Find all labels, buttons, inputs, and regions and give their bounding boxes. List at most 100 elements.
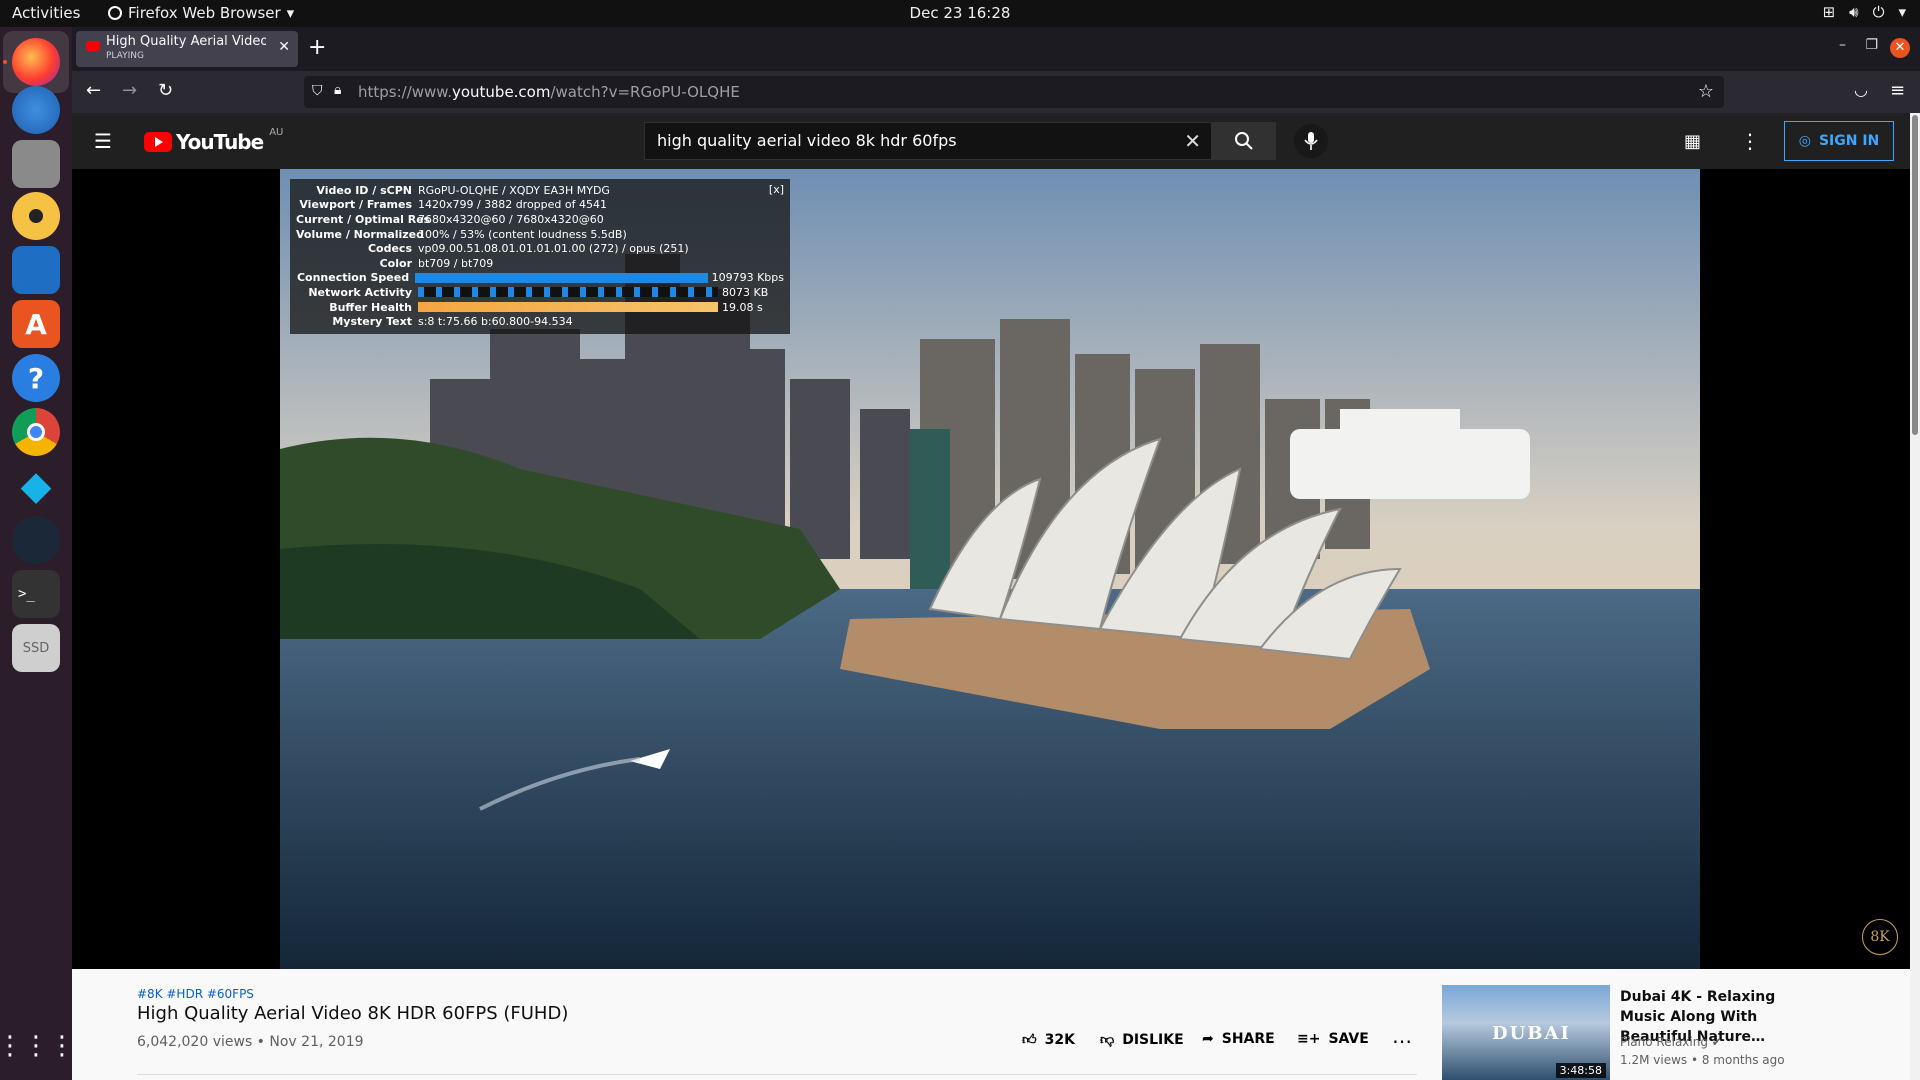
reload-icon[interactable]: ↻ bbox=[158, 80, 173, 101]
verified-check-icon: ✔ bbox=[1711, 1035, 1722, 1049]
new-tab-button[interactable]: + bbox=[308, 35, 326, 60]
ssd-label: SSD bbox=[22, 640, 50, 656]
stats-close-button[interactable]: [x] bbox=[769, 183, 784, 196]
stats-row: Mystery Text s:8 t:75.66 b:60.800-94.534 bbox=[296, 314, 784, 329]
stats-key: Color bbox=[379, 256, 412, 270]
hamburger-menu-icon[interactable]: ≡ bbox=[1890, 80, 1905, 101]
sign-in-button[interactable]: ◎ SIGN IN bbox=[1784, 121, 1894, 161]
lock-icon[interactable]: 🔒︎ bbox=[334, 82, 341, 98]
url-bar[interactable]: ⛉ 🔒︎ https://www.youtube.com/watch?v=RGo… bbox=[304, 76, 1724, 108]
apps-grid-icon[interactable]: ▦ bbox=[1684, 131, 1701, 152]
speaker-glyph bbox=[25, 205, 47, 227]
bookmark-star-icon[interactable]: ☆ bbox=[1698, 81, 1714, 102]
youtube-header: ☰ YouTube AU high quality aerial video 8… bbox=[72, 113, 1920, 169]
duration-badge: 3:48:58 bbox=[1555, 1063, 1606, 1078]
share-label: SHARE bbox=[1221, 1031, 1275, 1047]
channel-watermark-8k[interactable]: 8K bbox=[1862, 919, 1898, 955]
youtube-logo[interactable]: YouTube AU bbox=[144, 127, 283, 154]
account-icon: ◎ bbox=[1798, 133, 1811, 149]
stats-key: Connection Speed bbox=[296, 271, 410, 285]
stats-value: vp09.00.51.08.01.01.01.01.00 (272) / opu… bbox=[418, 242, 689, 256]
system-top-bar: Activities Firefox Web Browser ▾ Dec 23 … bbox=[0, 0, 1920, 27]
stats-for-nerds-panel: [x] Video ID / sCPN RGoPU-OLQHE / XQDY EA… bbox=[290, 179, 790, 334]
stats-value: bt709 / bt709 bbox=[418, 256, 494, 270]
youtube-favicon-icon bbox=[86, 41, 100, 51]
power-icon: ⏻ bbox=[1872, 3, 1885, 21]
terminal-icon[interactable]: >_ bbox=[12, 570, 60, 618]
url-text[interactable]: https://www.youtube.com/watch?v=RGoPU-OL… bbox=[358, 83, 740, 101]
stats-row: Volume / Normalized 100% / 53% (content l… bbox=[296, 227, 784, 242]
stats-key: Viewport / Frames bbox=[299, 198, 412, 212]
search-button[interactable] bbox=[1212, 122, 1276, 160]
stats-key: Network Activity bbox=[308, 285, 412, 299]
shield-icon[interactable]: ⛉ bbox=[312, 83, 323, 99]
rhythmbox-icon[interactable] bbox=[12, 192, 60, 240]
sign-in-label: SIGN IN bbox=[1818, 133, 1880, 149]
restore-icon[interactable]: ❐ bbox=[1865, 37, 1878, 53]
more-actions-icon[interactable]: ⋯ bbox=[1392, 1029, 1412, 1053]
pocket-icon[interactable]: ◡ bbox=[1854, 80, 1868, 99]
guide-menu-icon[interactable]: ☰ bbox=[94, 129, 112, 153]
system-tray[interactable]: ⊞ 🔊︎ ⏻ ▾ bbox=[1823, 3, 1906, 21]
video-info-area: #8K #HDR #60FPS High Quality Aerial Vide… bbox=[72, 969, 1910, 1080]
stats-row: Color bt709 / bt709 bbox=[296, 256, 784, 271]
stats-value: s:8 t:75.66 b:60.800-94.534 bbox=[418, 315, 573, 329]
network-activity-graph bbox=[418, 287, 718, 298]
stats-key: Mystery Text bbox=[332, 315, 412, 329]
video-hashtags[interactable]: #8K #HDR #60FPS bbox=[137, 987, 254, 1001]
files-icon[interactable] bbox=[12, 140, 60, 188]
app-menu[interactable]: Firefox Web Browser ▾ bbox=[108, 4, 294, 22]
thumbs-up-icon: 👍︎ bbox=[1022, 1032, 1037, 1048]
share-button[interactable]: ➦ SHARE bbox=[1202, 1031, 1275, 1047]
thumbnail-text: DUBAI bbox=[1492, 1023, 1571, 1044]
close-window-button[interactable]: ✕ bbox=[1890, 38, 1910, 58]
video-player[interactable]: [x] Video ID / sCPN RGoPU-OLQHE / XQDY EA… bbox=[72, 169, 1910, 969]
stats-value: 7680x4320@60 / 7680x4320@60 bbox=[418, 212, 604, 226]
recommended-channel[interactable]: Piano Relaxing ✔ bbox=[1620, 1035, 1722, 1049]
activities-button[interactable]: Activities bbox=[12, 4, 80, 22]
video-title: High Quality Aerial Video 8K HDR 60FPS (… bbox=[137, 1003, 569, 1024]
show-apps-icon[interactable]: ⋮⋮⋮ bbox=[0, 1022, 75, 1070]
forward-icon[interactable]: → bbox=[122, 80, 137, 101]
recommended-thumbnail[interactable]: DUBAI 3:48:58 bbox=[1442, 985, 1610, 1080]
dislike-button[interactable]: 👎︎ DISLIKE bbox=[1100, 1031, 1184, 1049]
chrome-center bbox=[27, 423, 45, 441]
app-center-icon[interactable]: A bbox=[12, 300, 60, 348]
stats-key: Codecs bbox=[367, 242, 412, 256]
help-icon[interactable]: ? bbox=[12, 354, 60, 402]
chrome-icon[interactable] bbox=[12, 408, 60, 456]
save-button[interactable]: ≡+ SAVE bbox=[1297, 1031, 1369, 1047]
close-tab-icon[interactable]: ✕ bbox=[278, 39, 290, 55]
thunderbird-icon[interactable] bbox=[12, 86, 60, 134]
tab-youtube[interactable]: High Quality Aerial Video PLAYING ✕ bbox=[76, 31, 298, 67]
stats-row: Codecs vp09.00.51.08.01.01.01.01.00 (272)… bbox=[296, 241, 784, 256]
page-scrollbar[interactable] bbox=[1910, 113, 1920, 1080]
stats-value: RGoPU-OLQHE / XQDY EA3H MYDG bbox=[418, 183, 610, 197]
stats-row: Buffer Health 19.08 s bbox=[296, 300, 784, 315]
scrollbar-thumb[interactable] bbox=[1912, 115, 1918, 435]
stats-value: 8073 KB bbox=[722, 285, 769, 299]
navigation-bar: ← → ↻ ⛉ 🔒︎ https://www.youtube.com/watch… bbox=[72, 71, 1920, 113]
settings-dots-icon[interactable]: ⋮ bbox=[1740, 129, 1760, 153]
minimize-icon[interactable]: – bbox=[1839, 37, 1846, 53]
search-input[interactable]: high quality aerial video 8k hdr 60fps ✕ bbox=[644, 122, 1212, 160]
save-label: SAVE bbox=[1328, 1031, 1369, 1047]
kodi-icon[interactable]: ◆ bbox=[12, 462, 60, 510]
steam-icon[interactable] bbox=[12, 516, 60, 564]
youtube-page: ☰ YouTube AU high quality aerial video 8… bbox=[72, 113, 1920, 1080]
ssd-drive-icon[interactable]: SSD bbox=[12, 624, 60, 672]
video-frame[interactable]: [x] Video ID / sCPN RGoPU-OLQHE / XQDY EA… bbox=[280, 169, 1700, 969]
like-button[interactable]: 👍︎ 32K bbox=[1022, 1031, 1075, 1049]
clear-search-icon[interactable]: ✕ bbox=[1184, 129, 1201, 153]
tab-title: High Quality Aerial Video bbox=[106, 34, 266, 49]
stats-row: Current / Optimal Res 7680x4320@60 / 7680… bbox=[296, 212, 784, 227]
back-icon[interactable]: ← bbox=[86, 80, 101, 101]
playlist-add-icon: ≡+ bbox=[1297, 1031, 1321, 1047]
search-icon bbox=[1235, 132, 1253, 150]
voice-search-button[interactable] bbox=[1294, 124, 1328, 158]
firefox-icon[interactable] bbox=[12, 38, 60, 86]
stats-row: Video ID / sCPN RGoPU-OLQHE / XQDY EA3H M… bbox=[296, 183, 784, 198]
stats-value: 100% / 53% (content loudness 5.5dB) bbox=[418, 227, 627, 241]
connection-speed-graph bbox=[415, 272, 708, 283]
writer-icon[interactable] bbox=[12, 246, 60, 294]
